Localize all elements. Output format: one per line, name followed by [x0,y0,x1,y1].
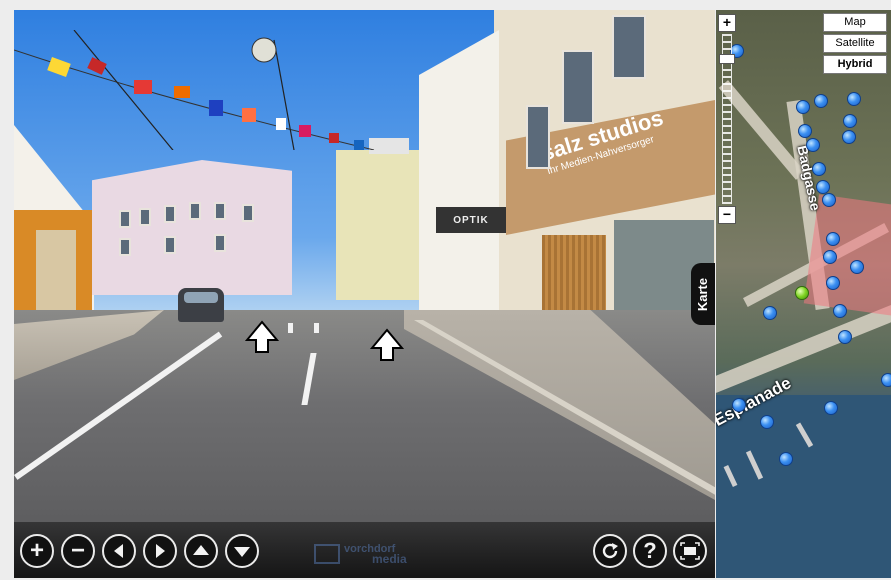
map-marker[interactable] [838,330,852,344]
map-marker[interactable] [843,114,857,128]
map-marker[interactable] [798,124,812,138]
plus-icon: + [29,537,44,564]
help-button[interactable]: ? [633,534,667,568]
map-marker[interactable] [816,180,830,194]
window [119,238,131,256]
lane-dash [314,323,319,333]
window [526,105,550,169]
triangle-up-icon [193,545,209,555]
window [612,15,646,79]
map-type-hybrid-button[interactable]: Hybrid [823,55,887,74]
window [214,202,226,220]
nav-arrow-right[interactable] [369,328,405,362]
window [139,208,151,226]
map-marker[interactable] [806,138,820,152]
help-icon: ? [643,538,657,563]
map-zoom-slider-thumb[interactable] [719,54,735,64]
map-type-satellite-button[interactable]: Satellite [823,34,887,53]
flag-garland [14,30,375,150]
map-marker[interactable] [796,100,810,114]
nav-arrow-left[interactable] [244,320,280,354]
map-marker[interactable] [881,373,891,387]
brand-line2: media [372,552,407,566]
map-marker[interactable] [814,94,828,108]
auto-rotate-button[interactable] [593,534,627,568]
map-zoom-control: + − [718,14,736,224]
map-street [716,303,891,393]
pan-down-button[interactable] [225,534,259,568]
zoom-out-button[interactable]: − [61,534,95,568]
brand-watermark: vorchdorf media [314,542,407,566]
map-marker[interactable] [763,306,777,320]
right-building-mid [419,30,499,330]
map-marker[interactable] [760,415,774,429]
map-toggle-tab[interactable]: Karte [691,263,715,325]
window [242,204,254,222]
triangle-down-icon [234,547,250,557]
window [562,50,594,124]
window [164,205,176,223]
fullscreen-button[interactable] [673,534,707,568]
panorama-viewer[interactable]: salz studios Ihr Medien-Nahversorger OPT… [14,10,715,578]
triangle-left-icon [114,544,123,558]
yellow-building [336,150,426,300]
window [214,234,226,252]
map-zoom-out-button[interactable]: − [718,206,736,224]
car [178,288,224,322]
map-marker[interactable] [826,276,840,290]
map-marker[interactable] [847,92,861,106]
minus-icon: − [70,537,85,564]
optik-sign-label: OPTIK [453,214,489,226]
map-marker-current[interactable] [795,286,809,300]
window [119,210,131,228]
map-marker[interactable] [822,193,836,207]
map-marker[interactable] [842,130,856,144]
map-pedestrian-zone [803,194,891,316]
map-marker[interactable] [826,232,840,246]
map-type-map-button[interactable]: Map [823,13,887,32]
map-marker[interactable] [823,250,837,264]
fullscreen-icon [680,542,700,560]
triangle-right-icon [156,544,165,558]
map-marker[interactable] [779,452,793,466]
map-lake [716,395,891,578]
pan-up-button[interactable] [184,534,218,568]
map-marker[interactable] [833,304,847,318]
plus-icon: + [722,14,732,30]
lane-dash [288,323,293,333]
pan-right-button[interactable] [143,534,177,568]
pan-left-button[interactable] [102,534,136,568]
window [164,236,176,254]
window [189,202,201,220]
minus-icon: − [722,206,732,222]
optik-sign: OPTIK [436,207,506,233]
map-marker[interactable] [812,162,826,176]
brand-logo-icon [314,544,340,564]
map-toggle-tab-label: Karte [695,277,711,311]
map-marker[interactable] [850,260,864,274]
zoom-in-button[interactable]: + [20,534,54,568]
refresh-icon [602,543,618,559]
map-zoom-in-button[interactable]: + [718,14,736,32]
map-marker[interactable] [732,398,746,412]
map-panel[interactable]: Badgasse Esplanade + − Map Satellite Hyb… [716,10,891,578]
left-shopfront-window [36,230,76,310]
control-bar: + − vorchdorf media ? [14,522,715,578]
map-marker[interactable] [824,401,838,415]
